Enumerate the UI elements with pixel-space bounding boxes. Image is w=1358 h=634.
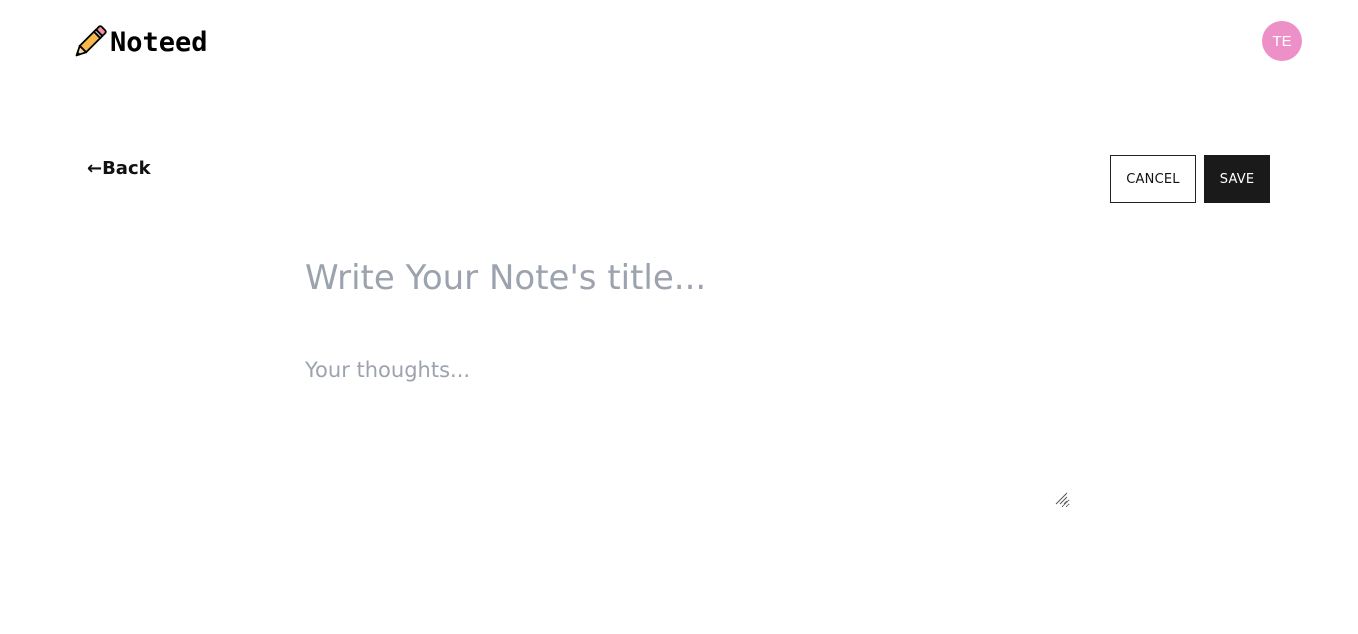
app-logo[interactable]: Noteed: [72, 24, 208, 60]
note-body-textarea[interactable]: [305, 358, 1070, 508]
back-button[interactable]: ←Back: [87, 158, 151, 179]
user-avatar[interactable]: TE: [1262, 21, 1302, 61]
note-editor-page: Noteed TE ←Back CANCEL SAVE: [0, 0, 1358, 634]
save-button[interactable]: SAVE: [1204, 155, 1270, 203]
note-title-input[interactable]: [305, 252, 1065, 304]
cancel-button[interactable]: CANCEL: [1110, 155, 1196, 203]
app-name: Noteed: [110, 26, 208, 58]
pencil-icon: [75, 25, 107, 57]
